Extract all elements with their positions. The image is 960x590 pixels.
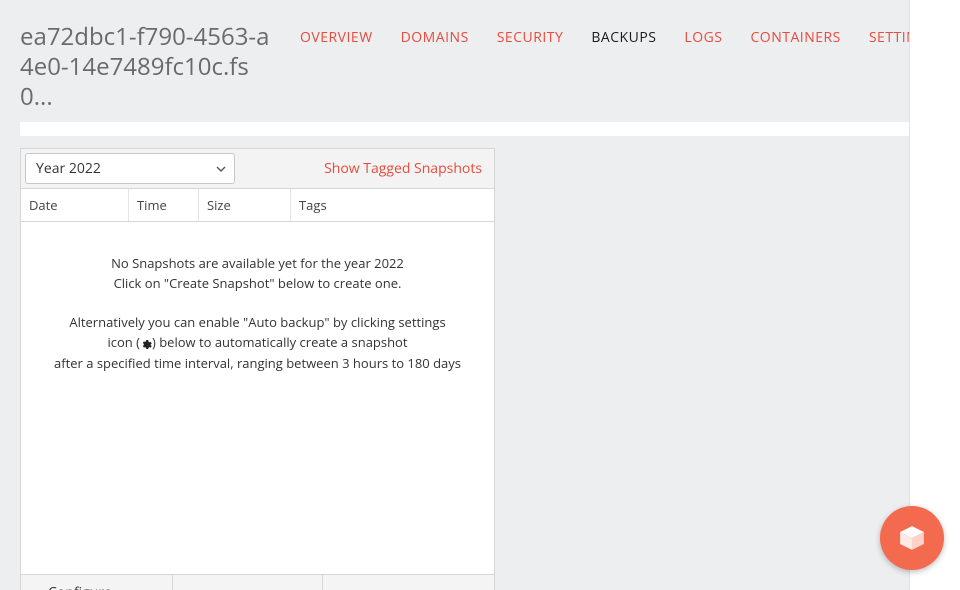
gear-icon [140,335,152,355]
tab-logs[interactable]: LOGS [684,28,722,47]
configure-backups-label: Configure Backups [48,583,162,590]
chevron-down-icon [216,164,226,174]
col-header-tags: Tags [291,189,494,221]
column-headers: Date Time Size Tags [21,189,494,222]
empty-line-1: No Snapshots are available yet for the y… [31,254,484,274]
col-header-size: Size [199,189,291,221]
empty-line-4: icon () below to automatically create a … [31,333,484,355]
year-select[interactable]: Year 2022 [25,153,235,184]
tab-containers[interactable]: CONTAINERS [750,28,840,47]
right-rail [910,0,960,590]
empty-line-5: after a specified time interval, ranging… [31,354,484,374]
configure-backups-button[interactable]: Configure Backups [21,575,173,590]
snapshots-empty-state: No Snapshots are available yet for the y… [21,222,494,574]
tab-domains[interactable]: DOMAINS [401,28,469,47]
empty-line-3: Alternatively you can enable "Auto backu… [31,313,484,333]
panel-footer: Configure Backups Create Snapshot Auto B… [21,574,494,590]
floating-action-button[interactable] [880,506,944,570]
tab-overview[interactable]: OVERVIEW [300,28,373,47]
auto-backup-status: Auto Backup : OFF [323,575,494,590]
panel-toolbar: Year 2022 Show Tagged Snapshots [21,149,494,189]
tab-backups[interactable]: BACKUPS [591,28,656,47]
page-title: ea72dbc1-f790-4563-a4e0-14e7489fc10c.fs0… [20,22,270,112]
empty-line-2: Click on "Create Snapshot" below to crea… [31,274,484,294]
snapshots-panel: Year 2022 Show Tagged Snapshots Date Tim… [20,148,495,590]
tab-security[interactable]: SECURITY [497,28,564,47]
header: ea72dbc1-f790-4563-a4e0-14e7489fc10c.fs0… [0,0,960,122]
col-header-time: Time [129,189,199,221]
create-snapshot-button[interactable]: Create Snapshot [173,575,323,590]
cube-icon [895,521,929,555]
year-select-value: Year 2022 [36,159,101,178]
content-divider [20,122,940,136]
tab-bar: OVERVIEW DOMAINS SECURITY BACKUPS LOGS C… [300,28,936,47]
col-header-date: Date [21,189,129,221]
show-tagged-snapshots-link[interactable]: Show Tagged Snapshots [324,159,486,178]
